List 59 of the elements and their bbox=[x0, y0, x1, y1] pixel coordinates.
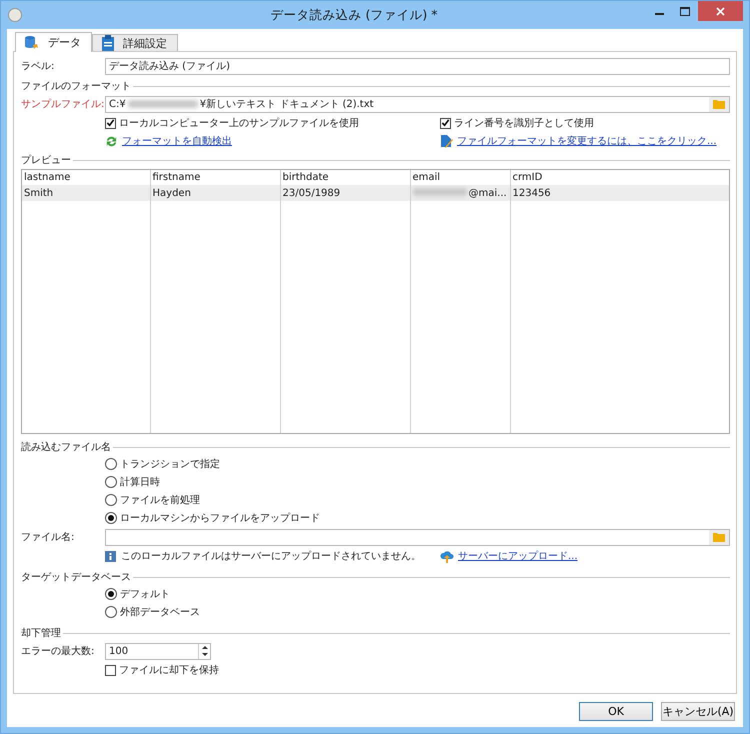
number-spinner[interactable]: 100 bbox=[105, 642, 211, 660]
radio-label: ファイルを前処理 bbox=[120, 494, 200, 507]
radio-label: トランジションで指定 bbox=[120, 458, 220, 471]
table-cell: Hayden bbox=[150, 185, 280, 201]
checkbox-label: ローカルコンピューター上のサンプルファイルを使用 bbox=[119, 116, 359, 130]
link[interactable]: フォーマットを自動検出 bbox=[122, 134, 232, 148]
link[interactable]: ファイルフォーマットを変更するには、ここをクリック... bbox=[457, 134, 717, 148]
ok-button[interactable]: OK bbox=[579, 702, 653, 721]
table-cell: 23/05/1989 bbox=[280, 185, 410, 201]
file-path-field[interactable]: C:¥ ¥新しいテキスト ドキュメント (2).txt bbox=[105, 96, 730, 112]
cancel-button[interactable]: キャンセル(A) bbox=[661, 702, 735, 721]
checkbox[interactable] bbox=[440, 118, 451, 128]
field-label: エラーの最大数: bbox=[21, 644, 96, 658]
window-title: データ読み込み (ファイル) * bbox=[270, 6, 438, 24]
link[interactable]: サーバーにアップロード... bbox=[458, 549, 578, 563]
column-header[interactable]: crmID bbox=[510, 170, 729, 185]
field-label: ラベル: bbox=[21, 60, 56, 73]
checkbox[interactable] bbox=[105, 664, 116, 676]
folder-icon bbox=[713, 532, 725, 542]
radio-button[interactable] bbox=[105, 512, 117, 524]
close-icon[interactable] bbox=[716, 6, 725, 16]
section-title: 却下管理 bbox=[21, 626, 61, 640]
radio-label: 計算日時 bbox=[120, 476, 160, 489]
folder-icon bbox=[713, 99, 725, 109]
section-title: プレビュー bbox=[21, 154, 71, 167]
close-button[interactable] bbox=[698, 1, 743, 21]
radio-button[interactable] bbox=[105, 476, 117, 488]
table-row[interactable]: Smith Hayden 23/05/1989 @mai... 123456 bbox=[22, 185, 729, 201]
label-field[interactable]: データ読み込み (ファイル) bbox=[105, 58, 730, 74]
radio-button[interactable] bbox=[105, 494, 117, 506]
maximize-icon[interactable] bbox=[680, 6, 690, 16]
radio-label: デフォルト bbox=[120, 588, 170, 601]
radio-label: ローカルマシンからファイルをアップロード bbox=[120, 512, 320, 525]
table-cell: @mai... bbox=[410, 185, 510, 201]
info-message: このローカルファイルはサーバーにアップロードされていません。 bbox=[121, 550, 421, 563]
field-label: ファイル名: bbox=[21, 531, 76, 544]
refresh-icon bbox=[105, 134, 118, 148]
field-label: サンプルファイル: bbox=[21, 98, 105, 111]
file-name-field[interactable] bbox=[105, 528, 730, 546]
checkbox[interactable] bbox=[105, 118, 116, 128]
clipboard-icon bbox=[101, 35, 115, 51]
tab[interactable]: 詳細設定 bbox=[92, 34, 178, 51]
table-cell: 123456 bbox=[510, 185, 729, 201]
tab[interactable]: データ bbox=[15, 32, 92, 52]
table-cell: Smith bbox=[22, 185, 150, 201]
cloud-upload-icon bbox=[440, 550, 454, 562]
pencil-icon bbox=[440, 134, 453, 148]
radio-button[interactable] bbox=[105, 588, 117, 600]
radio-button[interactable] bbox=[105, 606, 117, 618]
database-icon bbox=[24, 34, 40, 50]
radio-button[interactable] bbox=[105, 458, 117, 470]
radio-label: 外部データベース bbox=[120, 606, 200, 619]
app-icon bbox=[8, 8, 22, 22]
checkbox-label: ファイルに却下を保持 bbox=[119, 664, 219, 677]
info-icon bbox=[105, 550, 116, 562]
section-title: ターゲットデータベース bbox=[21, 571, 131, 584]
section-title: 読み込むファイル名 bbox=[21, 440, 111, 454]
section-title: ファイルのフォーマット bbox=[21, 80, 131, 93]
checkbox-label: ライン番号を識別子として使用 bbox=[454, 116, 594, 130]
